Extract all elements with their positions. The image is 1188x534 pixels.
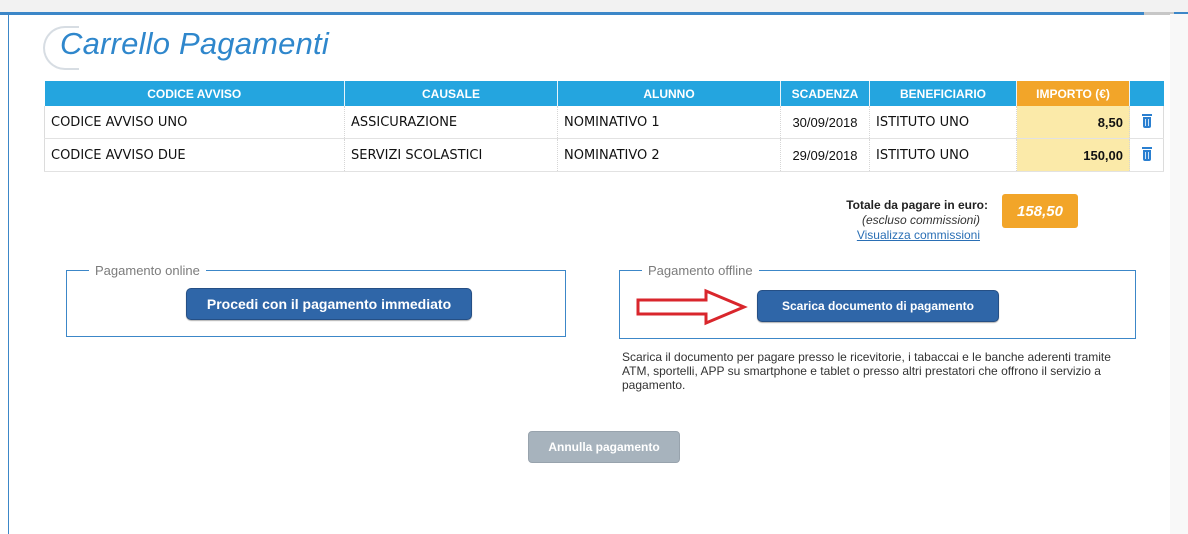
totale-value: 158,50 — [1002, 194, 1078, 228]
payments-table: CODICE AVVISO CAUSALE ALUNNO SCADENZA BE… — [44, 81, 1164, 172]
pagamento-online-legend: Pagamento online — [95, 263, 200, 278]
annulla-pagamento-button[interactable]: Annulla pagamento — [528, 431, 680, 463]
left-border — [8, 14, 9, 534]
cell-codice: CODICE AVVISO DUE — [44, 138, 345, 172]
col-header-alunno: ALUNNO — [557, 81, 781, 106]
trash-icon[interactable] — [1141, 113, 1152, 128]
col-header-codice: CODICE AVVISO — [44, 81, 345, 106]
scarica-documento-button[interactable]: Scarica documento di pagamento — [757, 290, 999, 322]
visualizza-commissioni-link[interactable]: Visualizza commissioni — [818, 228, 980, 242]
cell-alunno: NOMINATIVO 2 — [557, 138, 781, 172]
cell-scadenza: 30/09/2018 — [780, 106, 870, 139]
delete-cell — [1129, 138, 1164, 172]
cell-beneficiario: ISTITUTO UNO — [869, 138, 1017, 172]
totale-sub: (escluso commissioni) — [861, 213, 980, 227]
cell-importo: 150,00 — [1016, 138, 1130, 172]
col-header-actions — [1129, 81, 1164, 106]
trash-icon[interactable] — [1141, 146, 1152, 161]
cell-beneficiario: ISTITUTO UNO — [869, 106, 1017, 139]
cell-causale: SERVIZI SCOLASTICI — [344, 138, 558, 172]
cell-importo: 8,50 — [1016, 106, 1130, 139]
page-title: Carrello Pagamenti — [60, 26, 329, 61]
delete-cell — [1129, 106, 1164, 139]
pagamento-offline-legend: Pagamento offline — [648, 263, 753, 278]
table-row: CODICE AVVISO UNO ASSICURAZIONE NOMINATI… — [44, 106, 1164, 139]
right-gutter — [1170, 14, 1188, 534]
cell-codice: CODICE AVVISO UNO — [44, 106, 345, 139]
totale-label: Totale da pagare in euro: — [846, 198, 988, 212]
cell-alunno: NOMINATIVO 1 — [557, 106, 781, 139]
table-header-row: CODICE AVVISO CAUSALE ALUNNO SCADENZA BE… — [44, 81, 1164, 106]
cell-causale: ASSICURAZIONE — [344, 106, 558, 139]
col-header-causale: CAUSALE — [344, 81, 558, 106]
col-header-beneficiario: BENEFICIARIO — [869, 81, 1017, 106]
top-bar-line — [0, 12, 1188, 15]
table-row: CODICE AVVISO DUE SERVIZI SCOLASTICI NOM… — [44, 138, 1164, 172]
offline-description: Scarica il documento per pagare presso l… — [622, 350, 1111, 392]
right-arrow-icon — [636, 288, 748, 326]
pagamento-immediato-button[interactable]: Procedi con il pagamento immediato — [186, 288, 472, 320]
col-header-importo: IMPORTO (€) — [1016, 81, 1130, 106]
col-header-scadenza: SCADENZA — [780, 81, 870, 106]
cell-scadenza: 29/09/2018 — [780, 138, 870, 172]
